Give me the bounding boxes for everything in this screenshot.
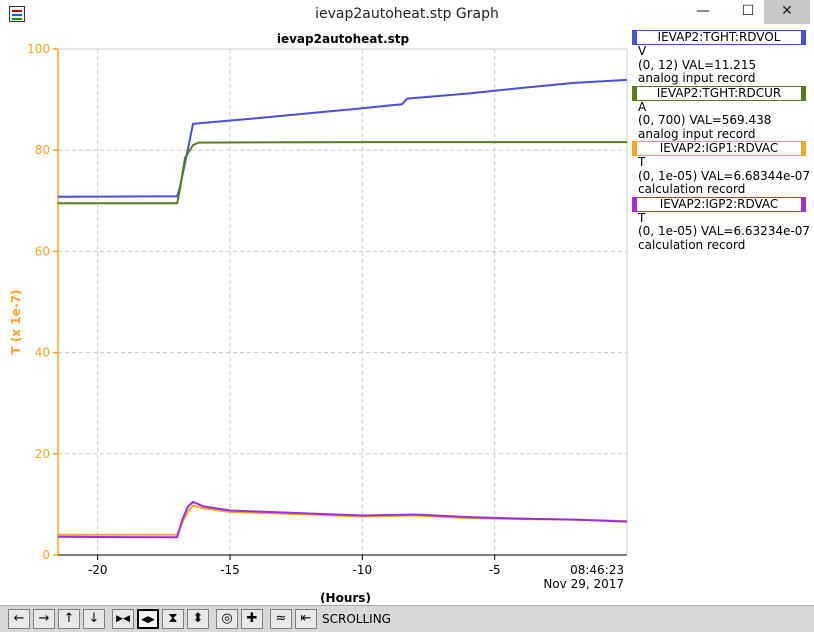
y-tick-label: 60 [35, 244, 50, 258]
legend-entry[interactable]: IEVAP2:IGP2:RDVAC T (0, 1e-05) VAL=6.63234… [632, 196, 811, 253]
legend-range-value: (0, 12) VAL=11.215 [638, 57, 757, 72]
legend-pv-name[interactable]: IEVAP2:TGHT:RDVOL [632, 30, 806, 45]
series-line-1 [57, 78, 628, 198]
series-line-3 [58, 504, 628, 536]
scroll-up-button[interactable]: ↑ [58, 609, 80, 629]
zoom-in-y-button[interactable]: ⧗ [162, 609, 184, 629]
close-button[interactable]: ✕ [764, 0, 810, 24]
x-end-date-label: Nov 29, 2017 [543, 577, 624, 591]
legend-unit: T [638, 155, 646, 169]
autoscale-button[interactable]: ≈ [270, 609, 292, 629]
legend-range-value: (0, 700) VAL=569.438 [638, 113, 772, 127]
scroll-down-button[interactable]: ↓ [83, 609, 105, 629]
center-button[interactable]: ◎ [216, 609, 238, 629]
legend-unit: V [638, 44, 647, 58]
legend-record-type: calculation record [638, 182, 746, 196]
plot-frame [57, 48, 628, 556]
title-bar: ievap2autoheat.stp Graph — ☐ ✕ [0, 0, 814, 30]
legend-pv-name[interactable]: IEVAP2:IGP2:RDVAC [632, 196, 806, 212]
y-tick-label: 40 [35, 346, 50, 360]
chart-title: ievap2autoheat.stp [277, 32, 410, 46]
legend-record-type: analog input record [638, 71, 756, 85]
legend-unit: T [638, 210, 646, 225]
add-button[interactable]: ✚ [241, 609, 263, 629]
go-to-end-button[interactable]: ⇤ [295, 609, 317, 629]
y-axis-label: T (x 1e-7) [9, 289, 23, 354]
legend-pv-name[interactable]: IEVAP2:IGP1:RDVAC [632, 141, 806, 156]
y-tick-label: 20 [35, 447, 50, 461]
mode-status: SCROLLING [322, 612, 391, 626]
legend-range-value: (0, 1e-05) VAL=6.63234e-07 [638, 224, 811, 238]
legend-record-type: analog input record [638, 126, 756, 141]
x-tick-label: -20 [88, 563, 108, 577]
zoom-in-x-button[interactable]: ▶◀ [112, 609, 134, 629]
minimize-button[interactable]: — [681, 0, 725, 24]
legend-range-value: (0, 1e-05) VAL=6.68344e-07 [638, 168, 811, 183]
x-tick-label: -15 [220, 563, 240, 577]
legend-entry[interactable]: IEVAP2:TGHT:RDVOL V (0, 12) VAL=11.215 anal… [632, 30, 810, 86]
y-tick-label: 0 [42, 548, 50, 562]
scroll-right-button[interactable]: → [33, 609, 55, 629]
y-tick-label: 80 [35, 143, 50, 157]
series-line-4 [57, 500, 628, 539]
x-tick-label: -10 [353, 563, 373, 577]
x-axis-label: (Hours) [320, 591, 371, 603]
x-end-time-label: 08:46:23 [570, 563, 624, 577]
series-line-2 [58, 141, 627, 205]
legend-entry[interactable]: IEVAP2:TGHT:RDCUR A (0, 700) VAL=569.438 an… [632, 85, 810, 142]
toolbar: SCROLLING ← → ↑ ↓ ▶◀ ◀▶ ⧗ ⬍ ◎ ✚ ≈ ⇤ [0, 605, 814, 632]
x-tick-label: -5 [489, 563, 501, 577]
y-tick-label: 100 [27, 42, 50, 56]
legend-record-type: calculation record [638, 237, 746, 252]
legend-panel: IEVAP2:TGHT:RDVOL V (0, 12) VAL=11.215 anal… [632, 30, 810, 252]
scroll-left-button[interactable]: ← [8, 609, 30, 629]
zoom-out-x-button[interactable]: ◀▶ [137, 609, 159, 629]
legend-unit: A [638, 99, 647, 114]
zoom-out-y-button[interactable]: ⬍ [187, 609, 209, 629]
legend-pv-name[interactable]: IEVAP2:TGHT:RDCUR [632, 85, 806, 101]
legend-entry[interactable]: IEVAP2:IGP1:RDVAC T (0, 1e-05) VAL=6.68344… [632, 141, 810, 197]
